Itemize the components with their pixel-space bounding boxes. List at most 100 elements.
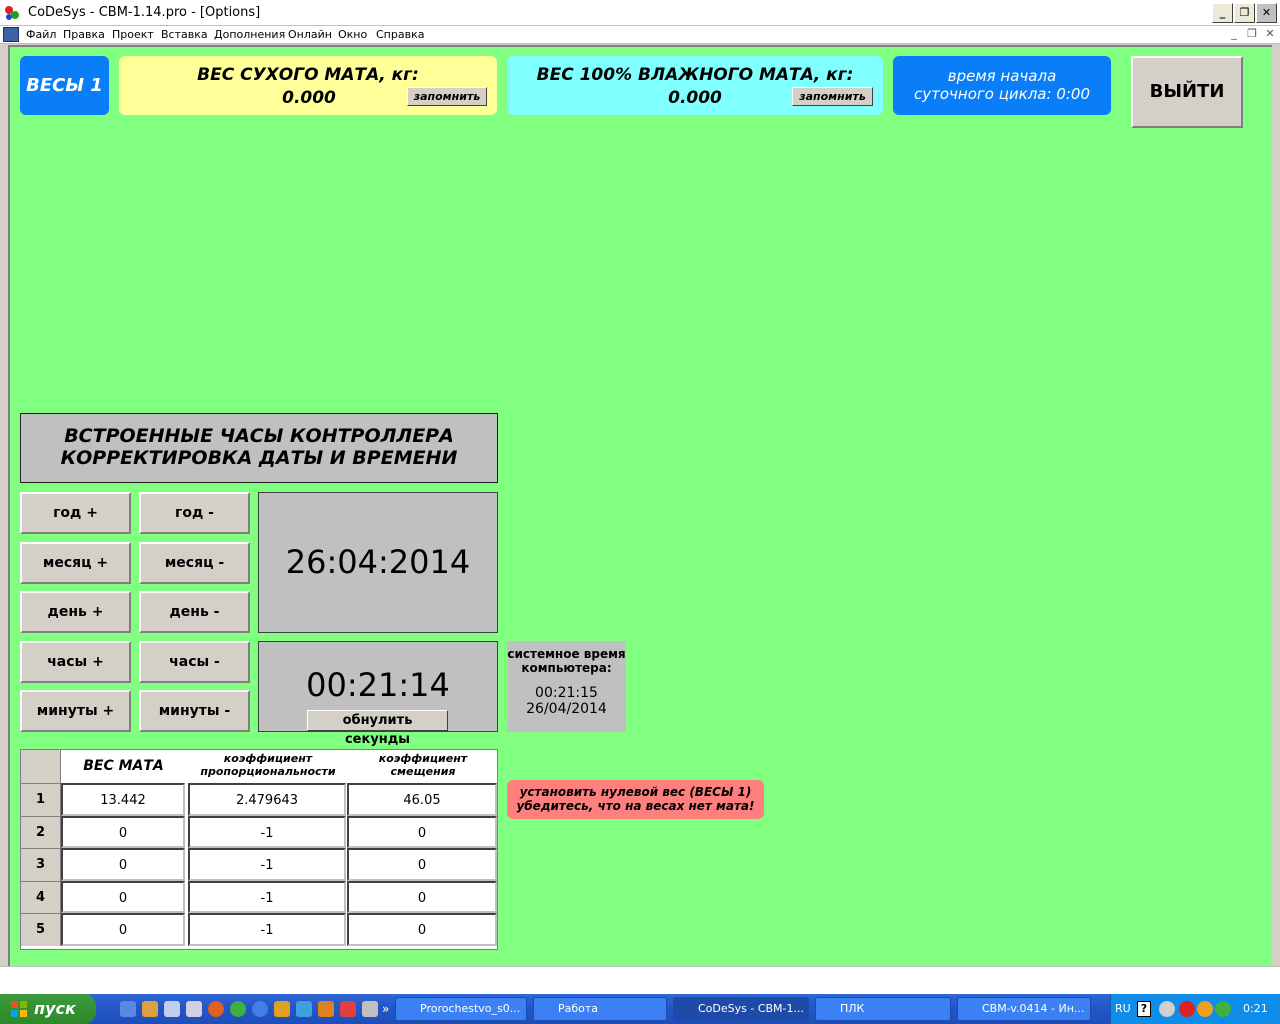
- weight-cell: 0: [61, 913, 185, 946]
- minutes-plus-button[interactable]: минуты +: [20, 690, 131, 732]
- task-plk-label: ПЛК: [840, 1002, 865, 1015]
- dry-weight-panel: ВЕС СУХОГО МАТА, кг: 0.000 запомнить: [119, 56, 497, 115]
- weight-cell: 0: [61, 815, 185, 849]
- menu-help[interactable]: Справка: [376, 28, 424, 41]
- mdi-minimize-button[interactable]: _: [1226, 27, 1242, 42]
- task-codesys[interactable]: CoDeSys - CBM-1...: [673, 997, 809, 1021]
- cycle-start-line1: время начала: [947, 67, 1057, 85]
- row-number: 2: [21, 815, 61, 849]
- tray-app-icon-3[interactable]: [1215, 1001, 1231, 1017]
- clock-title-panel: ВСТРОЕННЫЕ ЧАСЫ КОНТРОЛЛЕРА КОРРЕКТИРОВК…: [20, 413, 498, 483]
- quicklaunch-icon-9[interactable]: [296, 1001, 312, 1017]
- media-icon[interactable]: [252, 1001, 268, 1017]
- set-zero-weight-button[interactable]: установить нулевой вес (ВЕСЫ 1) убедитес…: [507, 780, 764, 819]
- start-button[interactable]: пуск: [0, 994, 96, 1024]
- system-date-value: 26/04/2014: [526, 701, 607, 717]
- year-plus-button[interactable]: год +: [20, 492, 131, 534]
- quicklaunch-icon-11[interactable]: [340, 1001, 356, 1017]
- mdi-restore-button[interactable]: ❐: [1244, 27, 1260, 42]
- offset-coef-cell: 0: [347, 815, 497, 849]
- day-minus-button[interactable]: день -: [139, 591, 250, 633]
- scale-1-label: ВЕСЫ 1: [20, 56, 109, 115]
- task-rabota-label: Работа: [558, 1002, 599, 1015]
- exit-button[interactable]: ВЫЙТИ: [1131, 56, 1243, 128]
- task-cbm-word[interactable]: CBM-v.0414 - Ин...: [957, 997, 1091, 1021]
- quicklaunch-icon-8[interactable]: [274, 1001, 290, 1017]
- offset-coef-cell: 0: [347, 848, 497, 881]
- task-cbm-word-label: CBM-v.0414 - Ин...: [982, 1002, 1085, 1015]
- prop-coef-cell: -1: [188, 880, 346, 914]
- controller-date-display: 26:04:2014: [258, 492, 498, 633]
- system-time-value: 00:21:15: [535, 685, 598, 701]
- cycle-start-line2: суточного цикла: 0:00: [913, 85, 1090, 103]
- taskbar: пуск » Prorochestvo_s0... Работа CoDeSys…: [0, 994, 1280, 1024]
- quicklaunch-icon-12[interactable]: [362, 1001, 378, 1017]
- document-icon[interactable]: [3, 27, 19, 42]
- dry-weight-label: ВЕС СУХОГО МАТА, кг:: [197, 65, 419, 85]
- menu-online[interactable]: Онлайн: [288, 28, 332, 41]
- tray-codesys-icon[interactable]: [1179, 1001, 1195, 1017]
- system-time-panel: системное время компьютера: 00:21:15 26/…: [507, 641, 626, 732]
- window-title: CoDeSys - CBM-1.14.pro - [Options]: [28, 5, 261, 20]
- reset-seconds-button[interactable]: обнулить секунды: [307, 710, 448, 747]
- wet-remember-button[interactable]: запомнить: [792, 87, 873, 106]
- language-indicator[interactable]: RU: [1115, 1002, 1131, 1015]
- task-plk[interactable]: ПЛК: [815, 997, 951, 1021]
- offset-coef-cell: 0: [347, 880, 497, 914]
- table-corner-cell: [21, 750, 61, 783]
- menu-file[interactable]: Файл: [26, 28, 56, 41]
- windows-logo-icon: [11, 1001, 27, 1017]
- weight-cell: 13.442: [61, 783, 185, 816]
- codesys-app-icon: [5, 6, 19, 20]
- offset-coef-cell: 46.05: [347, 783, 497, 816]
- quicklaunch-icon-4[interactable]: [186, 1001, 202, 1017]
- mdi-close-button[interactable]: ✕: [1262, 27, 1278, 42]
- quicklaunch-icon-2[interactable]: [142, 1001, 158, 1017]
- task-rabota[interactable]: Работа: [533, 997, 667, 1021]
- visualization-canvas: ВЕСЫ 1 ВЕС СУХОГО МАТА, кг: 0.000 запомн…: [8, 45, 1272, 966]
- utorrent-icon[interactable]: [230, 1001, 246, 1017]
- tray-chevron-icon[interactable]: [1159, 1001, 1175, 1017]
- menu-insert[interactable]: Вставка: [161, 28, 208, 41]
- close-button[interactable]: ✕: [1256, 3, 1277, 23]
- offset-coef-cell: 0: [347, 913, 497, 946]
- hours-plus-button[interactable]: часы +: [20, 641, 131, 683]
- system-time-label1: системное время: [507, 647, 626, 661]
- wet-weight-value: 0.000: [668, 88, 722, 108]
- wet-weight-panel: ВЕС 100% ВЛАЖНОГО МАТА, кг: 0.000 запомн…: [507, 56, 883, 115]
- col-header-prop-coef: коэффициент пропорциональности: [188, 752, 348, 783]
- hours-minus-button[interactable]: часы -: [139, 641, 250, 683]
- help-icon[interactable]: ?: [1137, 1001, 1151, 1017]
- menu-extras[interactable]: Дополнения: [214, 28, 285, 41]
- weight-cell: 0: [61, 880, 185, 914]
- quicklaunch-icon-10[interactable]: [318, 1001, 334, 1017]
- row-number: 1: [21, 783, 61, 816]
- window-titlebar: CoDeSys - CBM-1.14.pro - [Options] _ ❐ ✕: [0, 0, 1280, 26]
- prop-coef-cell: 2.479643: [188, 783, 346, 816]
- system-time-label2: компьютера:: [521, 661, 612, 675]
- quicklaunch-icon-1[interactable]: [120, 1001, 136, 1017]
- menu-window[interactable]: Окно: [338, 28, 367, 41]
- month-plus-button[interactable]: месяц +: [20, 542, 131, 584]
- quicklaunch-overflow-icon[interactable]: »: [382, 1002, 389, 1016]
- menu-edit[interactable]: Правка: [63, 28, 105, 41]
- row-number: 5: [21, 913, 61, 946]
- cycle-start-panel: время начала суточного цикла: 0:00: [893, 56, 1111, 115]
- dry-remember-button[interactable]: запомнить: [407, 87, 487, 106]
- quicklaunch-icon-3[interactable]: [164, 1001, 180, 1017]
- firefox-icon[interactable]: [208, 1001, 224, 1017]
- col-header-offset-coef-line2: смещения: [390, 765, 456, 778]
- menu-project[interactable]: Проект: [112, 28, 154, 41]
- maximize-button[interactable]: ❐: [1234, 3, 1255, 23]
- minimize-button[interactable]: _: [1212, 3, 1233, 23]
- task-prorochestvo[interactable]: Prorochestvo_s0...: [395, 997, 527, 1021]
- year-minus-button[interactable]: год -: [139, 492, 250, 534]
- status-bar: [0, 966, 1280, 994]
- minutes-minus-button[interactable]: минуты -: [139, 690, 250, 732]
- day-plus-button[interactable]: день +: [20, 591, 131, 633]
- clock-title-line2: КОРРЕКТИРОВКА ДАТЫ И ВРЕМЕНИ: [60, 447, 458, 469]
- set-zero-weight-line1: установить нулевой вес (ВЕСЫ 1): [519, 785, 752, 799]
- tray-app-icon-2[interactable]: [1197, 1001, 1213, 1017]
- col-header-prop-coef-line1: коэффициент: [223, 752, 313, 765]
- month-minus-button[interactable]: месяц -: [139, 542, 250, 584]
